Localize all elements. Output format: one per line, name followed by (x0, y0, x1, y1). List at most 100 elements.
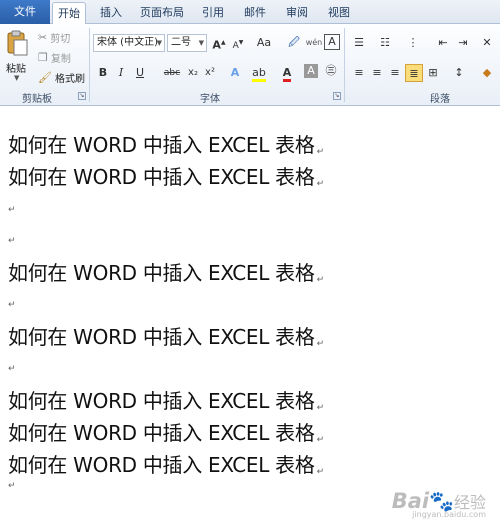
font-size-select[interactable]: 二号 ▼ (167, 34, 207, 52)
scissors-icon: ✂ (38, 30, 48, 44)
document-line[interactable]: 如何在 WORD 中插入 EXCEL 表格 ↵ (8, 385, 324, 414)
document-page[interactable]: 如何在 WORD 中插入 EXCEL 表格 ↵ 如何在 WORD 中插入 EXCE… (0, 107, 500, 527)
grow-font-button[interactable]: A▲ (210, 34, 228, 52)
empty-paragraph-mark-icon[interactable]: ↵ (8, 236, 16, 246)
font-size-value: 二号 (171, 37, 191, 48)
empty-paragraph-mark-icon[interactable]: ↵ (8, 481, 16, 491)
format-painter-label: 格式刷 (54, 74, 85, 85)
justify-button[interactable]: ≣ (405, 64, 423, 82)
line-text: 如何在 WORD 中插入 EXCEL 表格 (8, 261, 315, 285)
superscript-icon: x² (205, 67, 215, 78)
font-name-select[interactable]: 宋体 (中文正) ▼ (93, 34, 165, 52)
italic-button[interactable]: I (112, 64, 130, 82)
copy-icon: ❐ (38, 50, 48, 64)
line-text: 如何在 WORD 中插入 EXCEL 表格 (8, 389, 315, 413)
shading-button[interactable]: ◆ (478, 64, 496, 82)
format-painter-button[interactable]: 🖌 格式刷 (38, 70, 85, 86)
distributed-icon: ⊞ (428, 66, 438, 79)
strikethrough-icon: abc (163, 68, 181, 78)
line-text: 如何在 WORD 中插入 EXCEL 表格 (8, 165, 315, 189)
paste-button[interactable] (6, 28, 30, 58)
tab-home[interactable]: 开始 (52, 2, 86, 25)
align-right-button[interactable]: ≡ (386, 64, 404, 82)
tab-mailings[interactable]: 邮件 (238, 2, 272, 24)
paragraph-mark-icon: ↵ (316, 147, 325, 157)
font-launcher-icon[interactable]: ↘ (333, 92, 341, 100)
tab-page-layout[interactable]: 页面布局 (135, 2, 189, 24)
numbering-button[interactable]: ☷ (376, 34, 394, 52)
superscript-button[interactable]: x² (201, 64, 219, 82)
italic-icon: I (118, 66, 124, 79)
bold-button[interactable]: B (94, 64, 112, 82)
document-line[interactable]: 如何在 WORD 中插入 EXCEL 表格 ↵ (8, 161, 324, 190)
paste-dropdown-icon[interactable]: ▼ (14, 74, 19, 82)
paragraph-mark-icon: ↵ (316, 467, 325, 477)
char-border-icon: A (328, 35, 336, 48)
paste-label[interactable]: 粘贴 (6, 60, 26, 75)
phonetic-guide-icon: wén (305, 38, 323, 47)
distributed-button[interactable]: ⊞ (424, 64, 442, 82)
clipboard-icon (7, 30, 28, 56)
shrink-font-button[interactable]: A▼ (229, 34, 247, 52)
chinese-layout-button[interactable]: ✕ (478, 34, 496, 52)
enclose-characters-icon: ㊂ (325, 64, 337, 77)
ribbon: 粘贴 ▼ ✂ 剪切 ❐ 复制 🖌 格式刷 剪贴板 ↘ 宋体 (中文正) ▼ 二号… (0, 24, 500, 106)
group-divider (344, 28, 345, 102)
change-case-button[interactable]: Aa (253, 34, 275, 52)
increase-indent-icon: ⇥ (458, 36, 468, 49)
document-line[interactable]: 如何在 WORD 中插入 EXCEL 表格 ↵ (8, 129, 324, 158)
tab-view[interactable]: 视图 (322, 2, 356, 24)
ribbon-tab-bar: 文件 开始 插入 页面布局 引用 邮件 审阅 视图 (0, 0, 500, 25)
underline-icon: U (135, 66, 145, 79)
paragraph-mark-icon: ↵ (316, 339, 325, 349)
bold-icon: B (98, 66, 108, 79)
underline-button[interactable]: U (131, 64, 149, 82)
clear-formatting-icon: 🖉 (288, 36, 300, 49)
font-color-button[interactable]: A (278, 64, 296, 82)
subscript-button[interactable]: x₂ (184, 64, 202, 82)
empty-paragraph-mark-icon[interactable]: ↵ (8, 364, 16, 374)
tab-file[interactable]: 文件 (0, 0, 50, 24)
copy-button[interactable]: ❐ 复制 (38, 50, 71, 66)
empty-paragraph-mark-icon[interactable]: ↵ (8, 300, 16, 310)
empty-paragraph-mark-icon[interactable]: ↵ (8, 205, 16, 215)
tab-references[interactable]: 引用 (196, 2, 230, 24)
document-line[interactable]: 如何在 WORD 中插入 EXCEL 表格 ↵ (8, 417, 324, 446)
clipboard-launcher-icon[interactable]: ↘ (78, 92, 86, 100)
align-left-button[interactable]: ≡ (350, 64, 368, 82)
document-line[interactable]: 如何在 WORD 中插入 EXCEL 表格 ↵ (8, 449, 324, 478)
line-text: 如何在 WORD 中插入 EXCEL 表格 (8, 453, 315, 477)
bullet-list-icon: ☰ (354, 36, 364, 49)
tab-insert[interactable]: 插入 (94, 2, 128, 24)
strikethrough-button[interactable]: abc (161, 64, 183, 82)
text-effects-button[interactable]: A (226, 64, 244, 82)
char-border-button[interactable]: A (324, 34, 340, 50)
cut-label: 剪切 (50, 34, 71, 45)
font-color-icon: A (282, 67, 292, 82)
cut-button[interactable]: ✂ 剪切 (38, 30, 71, 46)
clear-formatting-button[interactable]: 🖉 (285, 34, 303, 52)
clipboard-group-label: 剪贴板 (22, 94, 52, 105)
document-line[interactable]: 如何在 WORD 中插入 EXCEL 表格 ↵ (8, 257, 324, 286)
char-shading-button[interactable]: A (304, 64, 318, 78)
paragraph-mark-icon: ↵ (316, 403, 325, 413)
line-text: 如何在 WORD 中插入 EXCEL 表格 (8, 325, 315, 349)
line-spacing-button[interactable]: ↕ (450, 64, 468, 82)
increase-indent-button[interactable]: ⇥ (454, 34, 472, 52)
document-line[interactable]: 如何在 WORD 中插入 EXCEL 表格 ↵ (8, 321, 324, 350)
tab-review[interactable]: 审阅 (280, 2, 314, 24)
watermark: Bai🐾经验 jingyan.baidu.com (392, 489, 486, 519)
align-center-button[interactable]: ≡ (368, 64, 386, 82)
paragraph-group-label: 段落 (430, 94, 450, 105)
decrease-indent-button[interactable]: ⇤ (434, 34, 452, 52)
text-effects-icon: A (230, 66, 240, 79)
multilevel-list-button[interactable]: ⋮ (404, 34, 422, 52)
justify-icon: ≣ (409, 67, 419, 80)
paragraph-mark-icon: ↵ (316, 435, 325, 445)
highlight-button[interactable]: ab (250, 64, 268, 82)
bullets-button[interactable]: ☰ (350, 34, 368, 52)
phonetic-guide-button[interactable]: wén (305, 34, 323, 52)
enclose-characters-button[interactable]: ㊂ (322, 62, 340, 80)
chinese-layout-icon: ✕ (482, 36, 492, 49)
align-left-icon: ≡ (354, 66, 364, 79)
